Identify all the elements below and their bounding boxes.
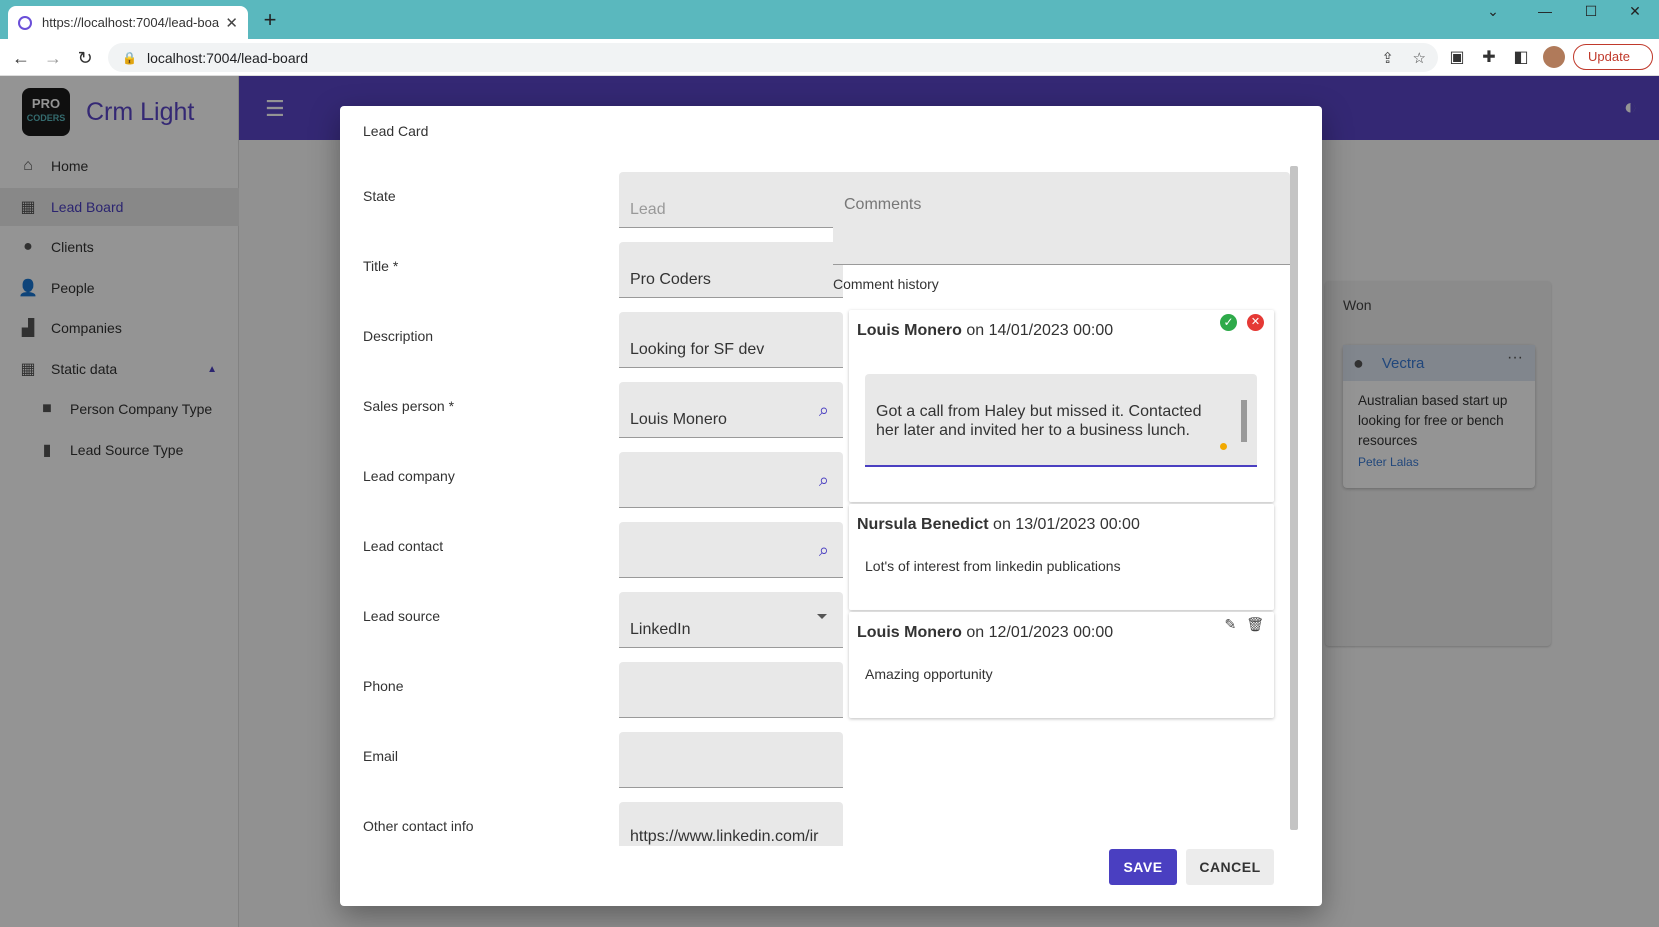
comment-text: Lot's of interest from linkedin publicat… bbox=[865, 558, 1121, 574]
comment-header: Nursula Benedict on 13/01/2023 00:00 bbox=[857, 516, 1140, 534]
field-label: Lead contact bbox=[363, 538, 444, 554]
form-row-lead-source: Lead source LinkedIn bbox=[363, 592, 843, 648]
save-button[interactable]: SAVE bbox=[1109, 849, 1177, 885]
close-tab-icon[interactable]: ✕ bbox=[225, 14, 238, 32]
close-icon[interactable]: ✕ bbox=[1247, 314, 1264, 331]
browser-tab-title: https://localhost:7004/lead-board bbox=[42, 15, 220, 30]
lock-icon: 🔒 bbox=[122, 50, 137, 65]
comment-author: Louis Monero bbox=[857, 322, 962, 339]
title-input[interactable]: Pro Coders bbox=[619, 242, 843, 298]
comment-header: Louis Monero on 14/01/2023 00:00 bbox=[857, 322, 1113, 340]
url-bar[interactable]: 🔒 localhost:7004/lead-board ⇪ ☆ bbox=[108, 43, 1438, 72]
reload-icon[interactable]: ↻ bbox=[72, 45, 98, 71]
form-row-state: State Lead bbox=[363, 172, 843, 228]
form-row-email: Email bbox=[363, 732, 843, 788]
back-icon[interactable]: ← bbox=[8, 45, 34, 71]
comment-actions: ✎ 🗑 bbox=[1224, 616, 1264, 633]
field-value: Louis Monero bbox=[630, 411, 727, 428]
form-row-description: Description Looking for SF dev bbox=[363, 312, 843, 368]
field-label: Other contact info bbox=[363, 818, 474, 834]
maximize-icon[interactable]: ☐ bbox=[1568, 0, 1614, 24]
comment-text: Amazing opportunity bbox=[865, 666, 993, 682]
minimize-icon[interactable]: — bbox=[1522, 0, 1568, 24]
comment-author: Nursula Benedict bbox=[857, 516, 989, 533]
lead-contact-input[interactable]: ⌕ bbox=[619, 522, 843, 578]
state-field: Lead bbox=[619, 172, 843, 228]
update-button[interactable]: Update bbox=[1573, 44, 1653, 70]
new-tab-icon[interactable]: + bbox=[258, 8, 282, 32]
browser-tab[interactable]: https://localhost:7004/lead-board ✕ bbox=[8, 6, 248, 39]
form-row-lead-contact: Lead contact ⌕ bbox=[363, 522, 843, 578]
comment-item-editing: Louis Monero on 14/01/2023 00:00 ✓ ✕ Got… bbox=[849, 310, 1274, 502]
search-icon[interactable]: ⌕ bbox=[819, 400, 829, 421]
dialog-title: Lead Card bbox=[363, 123, 429, 139]
form-row-title: Title * Pro Coders bbox=[363, 242, 843, 298]
field-label: Phone bbox=[363, 678, 404, 694]
chevron-down-icon[interactable] bbox=[817, 614, 827, 619]
field-value: https://www.linkedin.com/ir bbox=[630, 828, 819, 845]
form-row-other-contact: Other contact info https://www.linkedin.… bbox=[363, 802, 843, 858]
email-input[interactable] bbox=[619, 732, 843, 788]
lead-company-input[interactable]: ⌕ bbox=[619, 452, 843, 508]
delete-icon[interactable]: 🗑 bbox=[1246, 616, 1264, 633]
comment-date: on 13/01/2023 00:00 bbox=[993, 516, 1140, 533]
side-panel-icon[interactable]: ◧ bbox=[1510, 47, 1532, 67]
field-label: Lead source bbox=[363, 608, 441, 624]
app-root: PRO CODERS Crm Light ⌂ Home ▦ Lead Board… bbox=[0, 76, 1659, 927]
comment-edit-textarea[interactable]: Got a call from Haley but missed it. Con… bbox=[865, 374, 1257, 467]
puzzle-icon[interactable]: ✚ bbox=[1478, 47, 1500, 67]
extension-icon[interactable]: ▣ bbox=[1446, 47, 1468, 67]
bookmark-star-icon[interactable]: ☆ bbox=[1413, 49, 1426, 67]
browser-tab-bar: https://localhost:7004/lead-board ✕ + ⌄ … bbox=[0, 0, 1659, 39]
other-contact-input[interactable]: https://www.linkedin.com/ir bbox=[619, 802, 843, 846]
field-value: LinkedIn bbox=[630, 621, 691, 638]
lead-card-dialog: Lead Card State Lead Title * Pro Coders … bbox=[340, 106, 1322, 906]
description-input[interactable]: Looking for SF dev bbox=[619, 312, 843, 368]
status-dot-icon bbox=[1220, 443, 1227, 450]
textarea-scrollbar[interactable] bbox=[1241, 400, 1247, 442]
field-value: Lead bbox=[630, 201, 666, 218]
forward-icon[interactable]: → bbox=[40, 45, 66, 71]
comment-date: on 14/01/2023 00:00 bbox=[966, 322, 1114, 339]
cancel-button[interactable]: CANCEL bbox=[1186, 849, 1274, 885]
url-text: localhost:7004/lead-board bbox=[146, 49, 309, 66]
comment-edit-text: Got a call from Haley but missed it. Con… bbox=[876, 403, 1202, 439]
comments-panel: Comments Comment history Louis Monero on… bbox=[833, 172, 1295, 836]
comments-input[interactable]: Comments bbox=[833, 172, 1290, 265]
field-label: Lead company bbox=[363, 468, 455, 484]
phone-input[interactable] bbox=[619, 662, 843, 718]
form-row-phone: Phone bbox=[363, 662, 843, 718]
comment-history-title: Comment history bbox=[833, 276, 939, 292]
form-row-lead-company: Lead company ⌕ bbox=[363, 452, 843, 508]
lead-source-select[interactable]: LinkedIn bbox=[619, 592, 843, 648]
field-label: Description bbox=[363, 328, 434, 344]
search-icon[interactable]: ⌕ bbox=[819, 470, 829, 491]
favicon-icon bbox=[18, 15, 32, 30]
profile-avatar[interactable] bbox=[1543, 46, 1565, 68]
comment-item: Nursula Benedict on 13/01/2023 00:00 Lot… bbox=[849, 504, 1274, 610]
comment-date: on 12/01/2023 00:00 bbox=[966, 624, 1114, 641]
tab-search-icon[interactable]: ⌄ bbox=[1470, 0, 1516, 24]
field-label: Email bbox=[363, 748, 399, 764]
form-row-sales-person: Sales person * Louis Monero ⌕ bbox=[363, 382, 843, 438]
comment-author: Louis Monero bbox=[857, 624, 962, 641]
field-label: Sales person * bbox=[363, 398, 455, 414]
check-icon[interactable]: ✓ bbox=[1220, 314, 1237, 331]
search-icon[interactable]: ⌕ bbox=[819, 540, 829, 561]
close-window-icon[interactable]: ✕ bbox=[1612, 0, 1658, 24]
dialog-scrollbar[interactable] bbox=[1290, 166, 1298, 830]
comment-item: Louis Monero on 12/01/2023 00:00 ✎ 🗑 Ama… bbox=[849, 612, 1274, 718]
field-label: Title * bbox=[363, 258, 399, 274]
field-value: Pro Coders bbox=[630, 271, 711, 288]
comments-placeholder: Comments bbox=[844, 196, 922, 213]
comment-actions: ✓ ✕ bbox=[1220, 314, 1264, 331]
sales-person-input[interactable]: Louis Monero ⌕ bbox=[619, 382, 843, 438]
address-bar: ← → ↻ 🔒 localhost:7004/lead-board ⇪ ☆ ▣ … bbox=[0, 39, 1659, 76]
edit-icon[interactable]: ✎ bbox=[1224, 616, 1236, 633]
field-value: Looking for SF dev bbox=[630, 341, 765, 358]
comment-header: Louis Monero on 12/01/2023 00:00 bbox=[857, 624, 1113, 642]
field-label: State bbox=[363, 188, 396, 204]
share-icon[interactable]: ⇪ bbox=[1381, 49, 1394, 67]
